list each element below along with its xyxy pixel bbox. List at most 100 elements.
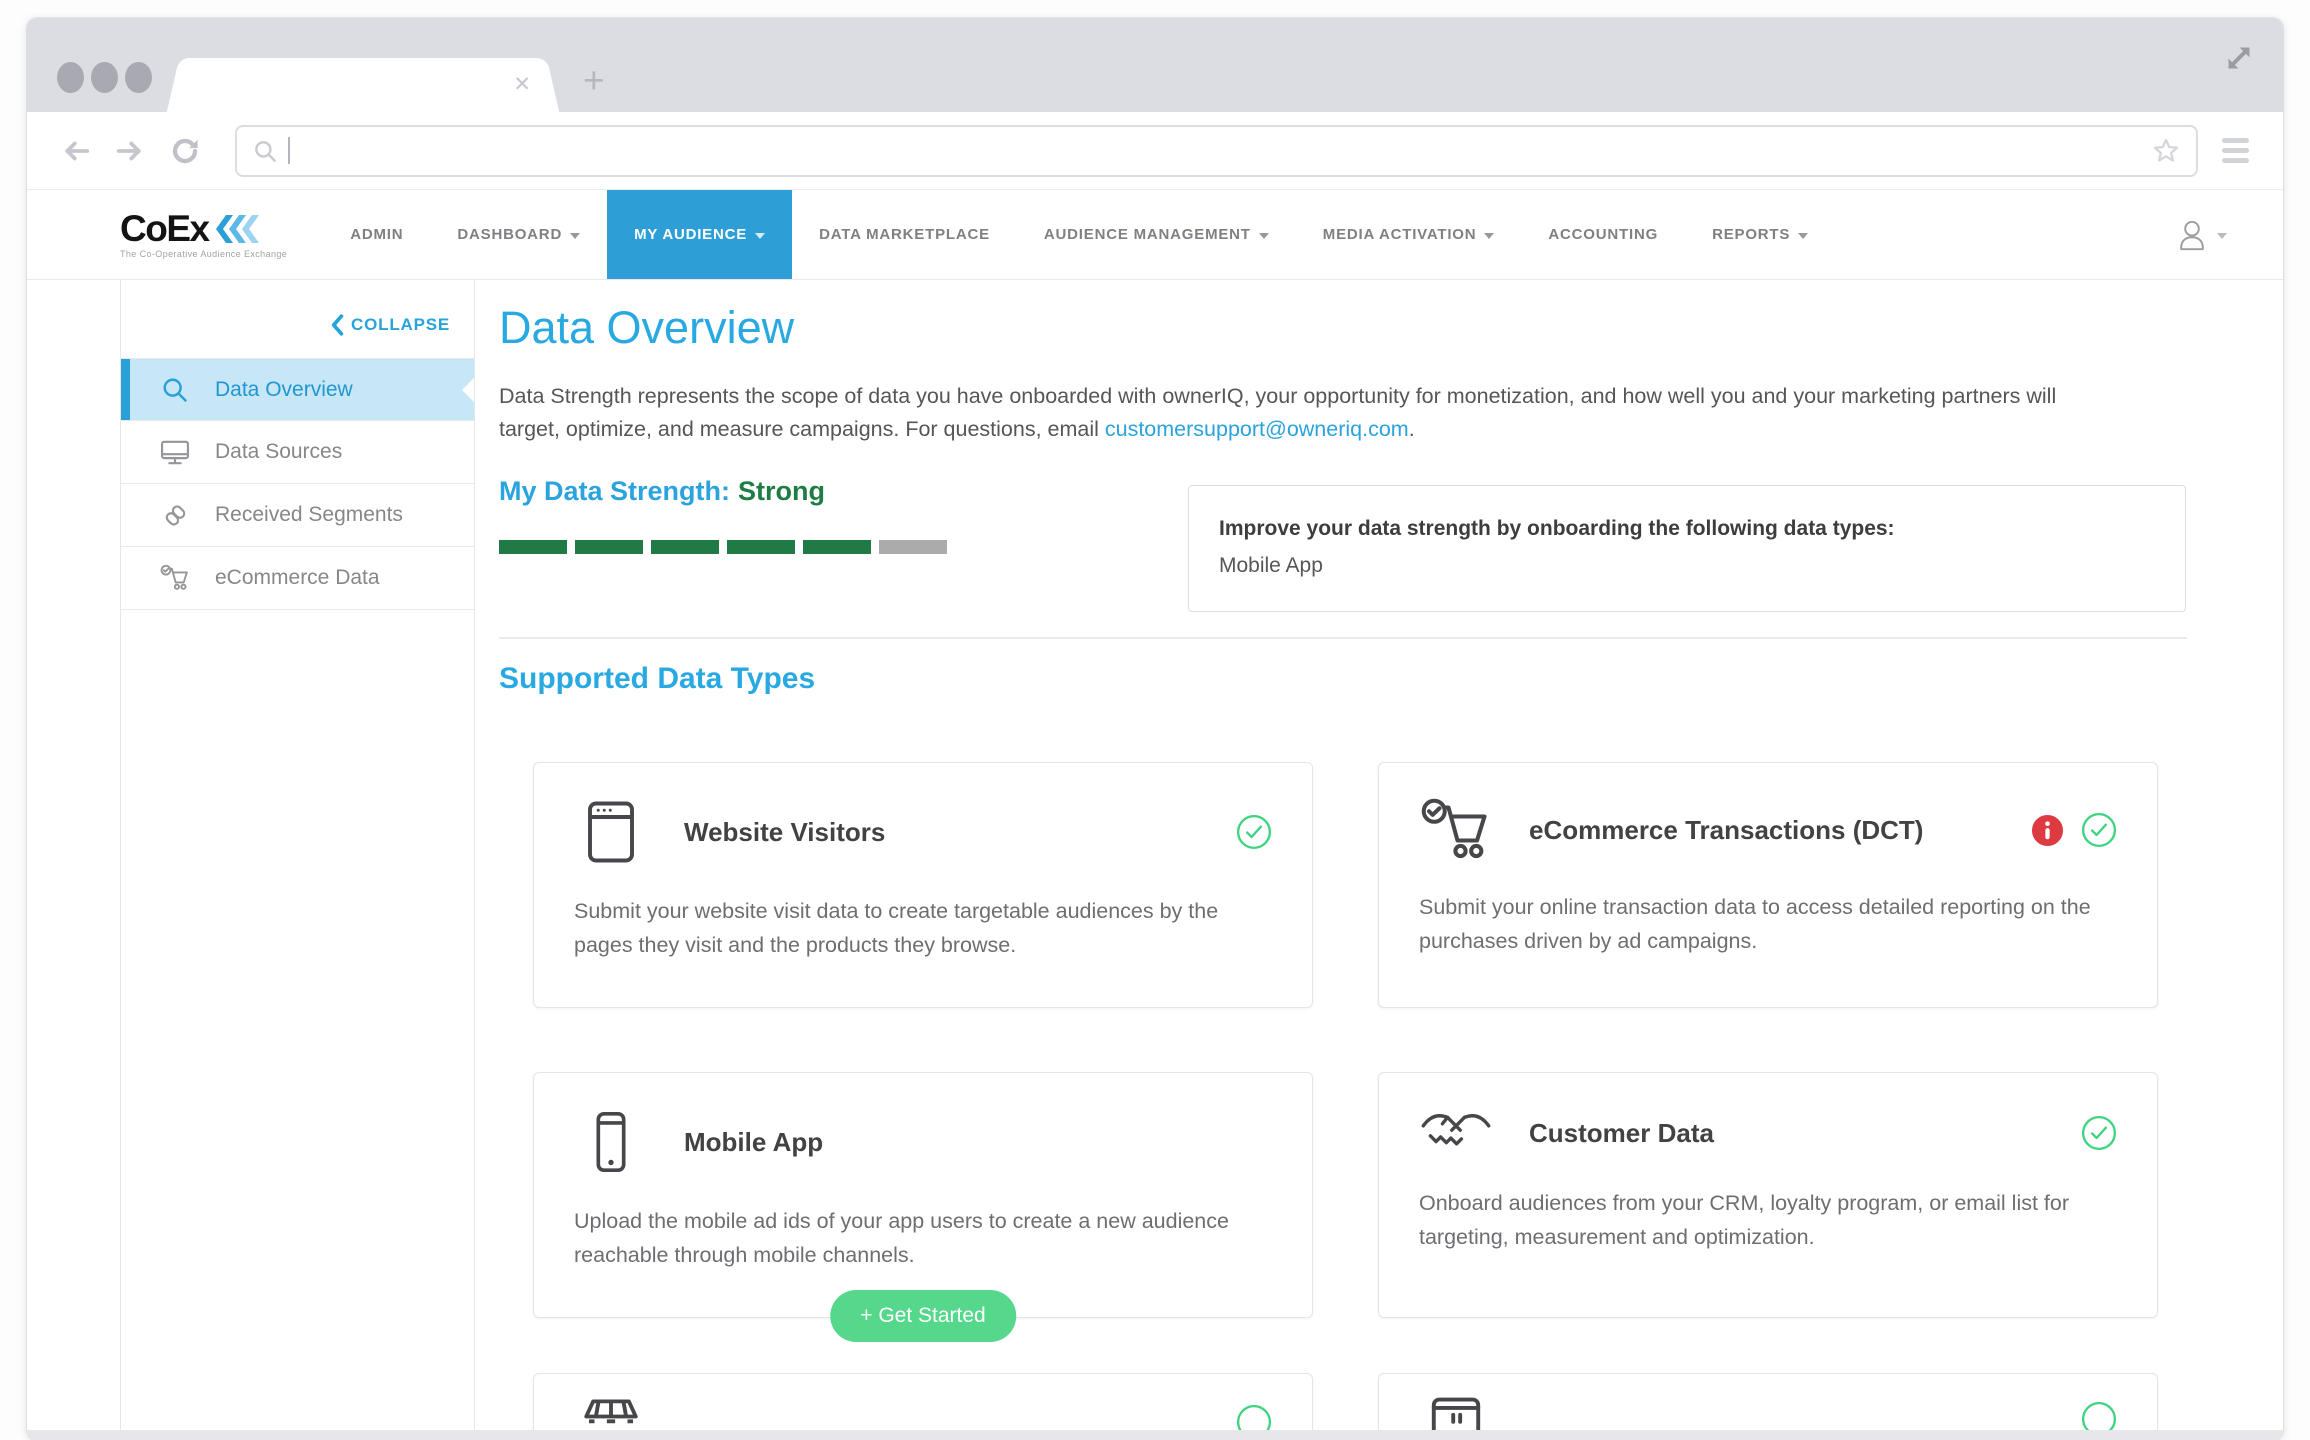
handshake-icon (1419, 1107, 1493, 1159)
logo-text: CoEx (120, 208, 210, 249)
improve-box-heading: Improve your data strength by onboarding… (1219, 517, 1895, 540)
monitor-icon (160, 439, 190, 466)
card-description: Submit your website visit data to create… (574, 899, 1219, 957)
chevron-down-icon (570, 232, 581, 239)
card-reader-icon (1419, 1394, 1493, 1430)
sidebar-item-data-sources[interactable]: Data Sources (121, 421, 474, 484)
browser-window-icon (574, 797, 648, 867)
info-alert-icon (2031, 814, 2064, 846)
cart-check-icon (1419, 797, 1493, 863)
window-control-dot[interactable] (125, 62, 152, 93)
data-strength-label: My Data Strength: Strong (499, 476, 826, 506)
bookmark-star-icon[interactable] (2151, 136, 2181, 166)
section-divider (499, 637, 2187, 639)
intro-text: Data Strength represents the scope of da… (499, 384, 2057, 441)
chevron-left-icon (331, 314, 344, 336)
strength-segment (803, 540, 871, 554)
storefront-awning-icon (574, 1394, 648, 1430)
browser-toolbar (27, 112, 2283, 190)
window-expand-icon[interactable] (2225, 44, 2253, 72)
card-partial-storefront[interactable] (533, 1373, 1313, 1430)
chevron-down-icon (1484, 232, 1495, 239)
support-email-link[interactable]: customersupport@owneriq.com (1105, 417, 1409, 441)
card-mobile-app[interactable]: Mobile App Upload the mobile ad ids of y… (533, 1072, 1313, 1342)
browser-titlebar: ✕ + (27, 18, 2283, 112)
improve-strength-box: Improve your data strength by onboarding… (1188, 485, 2186, 612)
window-control-dot[interactable] (91, 62, 118, 93)
card-customer-data[interactable]: Customer Data Onboard audiences from you… (1378, 1072, 2158, 1318)
app-navbar: CoEx The Co-Operative Audience Exchange … (27, 190, 2283, 280)
forward-icon[interactable] (115, 138, 145, 164)
sidebar-item-label: eCommerce Data (215, 566, 380, 589)
page-body: COLLAPSE Data Overview Data Sources Rece… (27, 280, 2283, 1430)
strength-segment (727, 540, 795, 554)
card-title: eCommerce Transactions (DCT) (1529, 814, 1924, 845)
sidebar-item-label: Received Segments (215, 503, 403, 526)
card-website-visitors[interactable]: Website Visitors Submit your website vis… (533, 762, 1313, 1008)
sidebar-item-received-segments[interactable]: Received Segments (121, 484, 474, 547)
tab-close-icon[interactable]: ✕ (513, 72, 531, 97)
user-menu[interactable] (2176, 190, 2227, 279)
supported-data-types-title: Supported Data Types (499, 662, 816, 695)
magnifier-icon (160, 376, 190, 404)
search-icon (252, 138, 278, 164)
check-circle-icon (2081, 1115, 2117, 1151)
page-title: Data Overview (499, 302, 795, 353)
window-control-dot[interactable] (57, 62, 84, 93)
data-strength-value: Strong (738, 476, 826, 506)
strength-segment (879, 540, 947, 554)
nav-item-admin[interactable]: ADMIN (323, 190, 430, 279)
nav-item-dashboard[interactable]: DASHBOARD (430, 190, 607, 279)
browser-menu-icon[interactable] (2222, 138, 2249, 163)
check-circle-icon (2081, 812, 2117, 848)
nav-item-reports[interactable]: REPORTS (1685, 190, 1835, 279)
mobile-phone-icon (574, 1107, 648, 1177)
cart-check-icon (160, 564, 190, 592)
back-icon[interactable] (61, 138, 91, 164)
sidebar: COLLAPSE Data Overview Data Sources Rece… (120, 280, 475, 1430)
card-description: Upload the mobile ad ids of your app use… (574, 1209, 1229, 1267)
check-circle-icon (1236, 1404, 1272, 1430)
card-partial-card-reader[interactable] (1378, 1373, 2158, 1430)
chain-link-icon (160, 502, 190, 529)
chevron-down-icon (2217, 232, 2227, 239)
logo-chevrons-icon (215, 214, 259, 243)
new-tab-button[interactable]: + (583, 62, 605, 99)
person-icon (2180, 220, 2204, 250)
get-started-button[interactable]: + Get Started (830, 1290, 1016, 1342)
nav-item-audience-management[interactable]: AUDIENCE MANAGEMENT (1017, 190, 1296, 279)
card-description: Onboard audiences from your CRM, loyalty… (1419, 1191, 2070, 1249)
coex-logo[interactable]: CoEx The Co-Operative Audience Exchange (120, 190, 287, 279)
card-ecommerce-transactions[interactable]: eCommerce Transactions (DCT) Submit your… (1378, 762, 2158, 1008)
sidebar-item-ecommerce-data[interactable]: eCommerce Data (121, 547, 474, 610)
card-title: Customer Data (1529, 1117, 1714, 1148)
collapse-button[interactable]: COLLAPSE (330, 314, 450, 336)
nav-item-data-marketplace[interactable]: DATA MARKETPLACE (792, 190, 1017, 279)
strength-segment (575, 540, 643, 554)
chevron-down-icon (1258, 232, 1269, 239)
check-circle-icon (2081, 1401, 2117, 1430)
strength-segments (499, 540, 947, 554)
check-circle-icon (1236, 814, 1272, 850)
strength-segment (499, 540, 567, 554)
sidebar-item-label: Data Sources (215, 440, 343, 463)
card-title: Website Visitors (684, 816, 886, 847)
browser-tab[interactable]: ✕ (189, 58, 537, 112)
browser-window: ✕ + CoEx The Co-Operative Audience Excha… (27, 18, 2283, 1440)
improve-box-items: Mobile App (1219, 554, 1323, 577)
nav-item-media-activation[interactable]: MEDIA ACTIVATION (1296, 190, 1522, 279)
sidebar-item-label: Data Overview (215, 377, 353, 401)
card-title: Mobile App (684, 1126, 824, 1157)
text-cursor (288, 137, 290, 164)
refresh-icon[interactable] (169, 135, 201, 167)
sidebar-item-data-overview[interactable]: Data Overview (121, 358, 474, 421)
logo-tagline: The Co-Operative Audience Exchange (120, 249, 288, 259)
url-input[interactable] (235, 124, 2198, 177)
chevron-down-icon (755, 232, 766, 239)
strength-segment (651, 540, 719, 554)
nav-item-accounting[interactable]: ACCOUNTING (1521, 190, 1685, 279)
window-bottom-edge (27, 1430, 2283, 1440)
nav-item-my-audience[interactable]: MY AUDIENCE (607, 190, 793, 279)
chevron-down-icon (1798, 232, 1809, 239)
card-description: Submit your online transaction data to a… (1419, 895, 2091, 953)
